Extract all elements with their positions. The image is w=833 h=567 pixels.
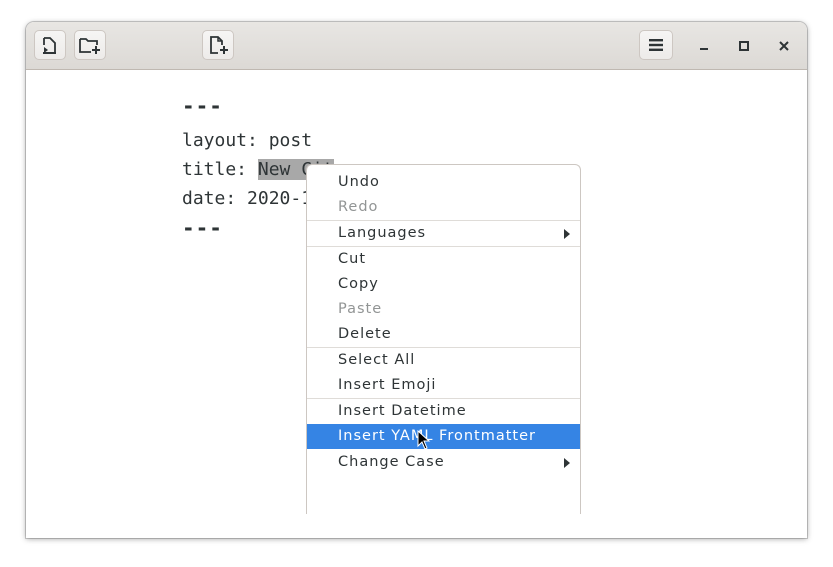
- header-bar: [26, 22, 807, 70]
- open-document-button[interactable]: [34, 30, 66, 60]
- change-case-label: Change Case: [338, 454, 445, 470]
- layout-value: post: [268, 130, 313, 151]
- date-key: date:: [182, 188, 248, 209]
- close-button[interactable]: [772, 34, 796, 58]
- editor-line-date: date: 2020-1: [182, 188, 312, 209]
- context-menu: Undo Redo Languages Cut Copy Paste Delet…: [306, 164, 581, 514]
- minimize-icon: [700, 48, 708, 50]
- main-menu-button[interactable]: [639, 30, 673, 60]
- document-new-icon: [210, 36, 228, 54]
- hamburger-menu-icon: [649, 39, 663, 51]
- languages-label: Languages: [338, 225, 427, 241]
- new-document-button[interactable]: [202, 30, 234, 60]
- submenu-arrow-icon: [564, 229, 570, 239]
- maximize-icon: [739, 41, 749, 51]
- document-open-icon: [43, 37, 56, 54]
- editor-line-layout: layout: post: [182, 130, 312, 151]
- submenu-arrow-icon: [564, 458, 570, 468]
- menu-item-copy[interactable]: Copy: [307, 272, 580, 297]
- menu-item-insert-yaml-frontmatter[interactable]: Insert YAML Frontmatter: [307, 424, 580, 449]
- menu-item-cut[interactable]: Cut: [307, 247, 580, 272]
- menu-item-redo[interactable]: Redo: [307, 195, 580, 220]
- minimize-button[interactable]: [692, 34, 716, 58]
- menu-item-paste[interactable]: Paste: [307, 297, 580, 322]
- frontmatter-end: ---: [182, 216, 223, 240]
- maximize-button[interactable]: [732, 34, 756, 58]
- title-key: title:: [182, 159, 258, 180]
- menu-item-change-case[interactable]: Change Case: [307, 450, 580, 475]
- menu-item-languages[interactable]: Languages: [307, 221, 580, 246]
- close-icon: [779, 41, 789, 51]
- menu-item-delete[interactable]: Delete: [307, 322, 580, 347]
- folder-new-icon: [79, 38, 100, 54]
- mouse-pointer-icon: [417, 430, 431, 450]
- menu-item-select-all[interactable]: Select All: [307, 348, 580, 373]
- menu-item-undo[interactable]: Undo: [307, 170, 580, 195]
- new-folder-button[interactable]: [74, 30, 106, 60]
- menu-item-insert-emoji[interactable]: Insert Emoji: [307, 373, 580, 398]
- frontmatter-start: ---: [182, 94, 223, 118]
- menu-item-insert-datetime[interactable]: Insert Datetime: [307, 399, 580, 424]
- date-value: 2020-1: [247, 188, 313, 209]
- layout-key: layout:: [182, 130, 269, 151]
